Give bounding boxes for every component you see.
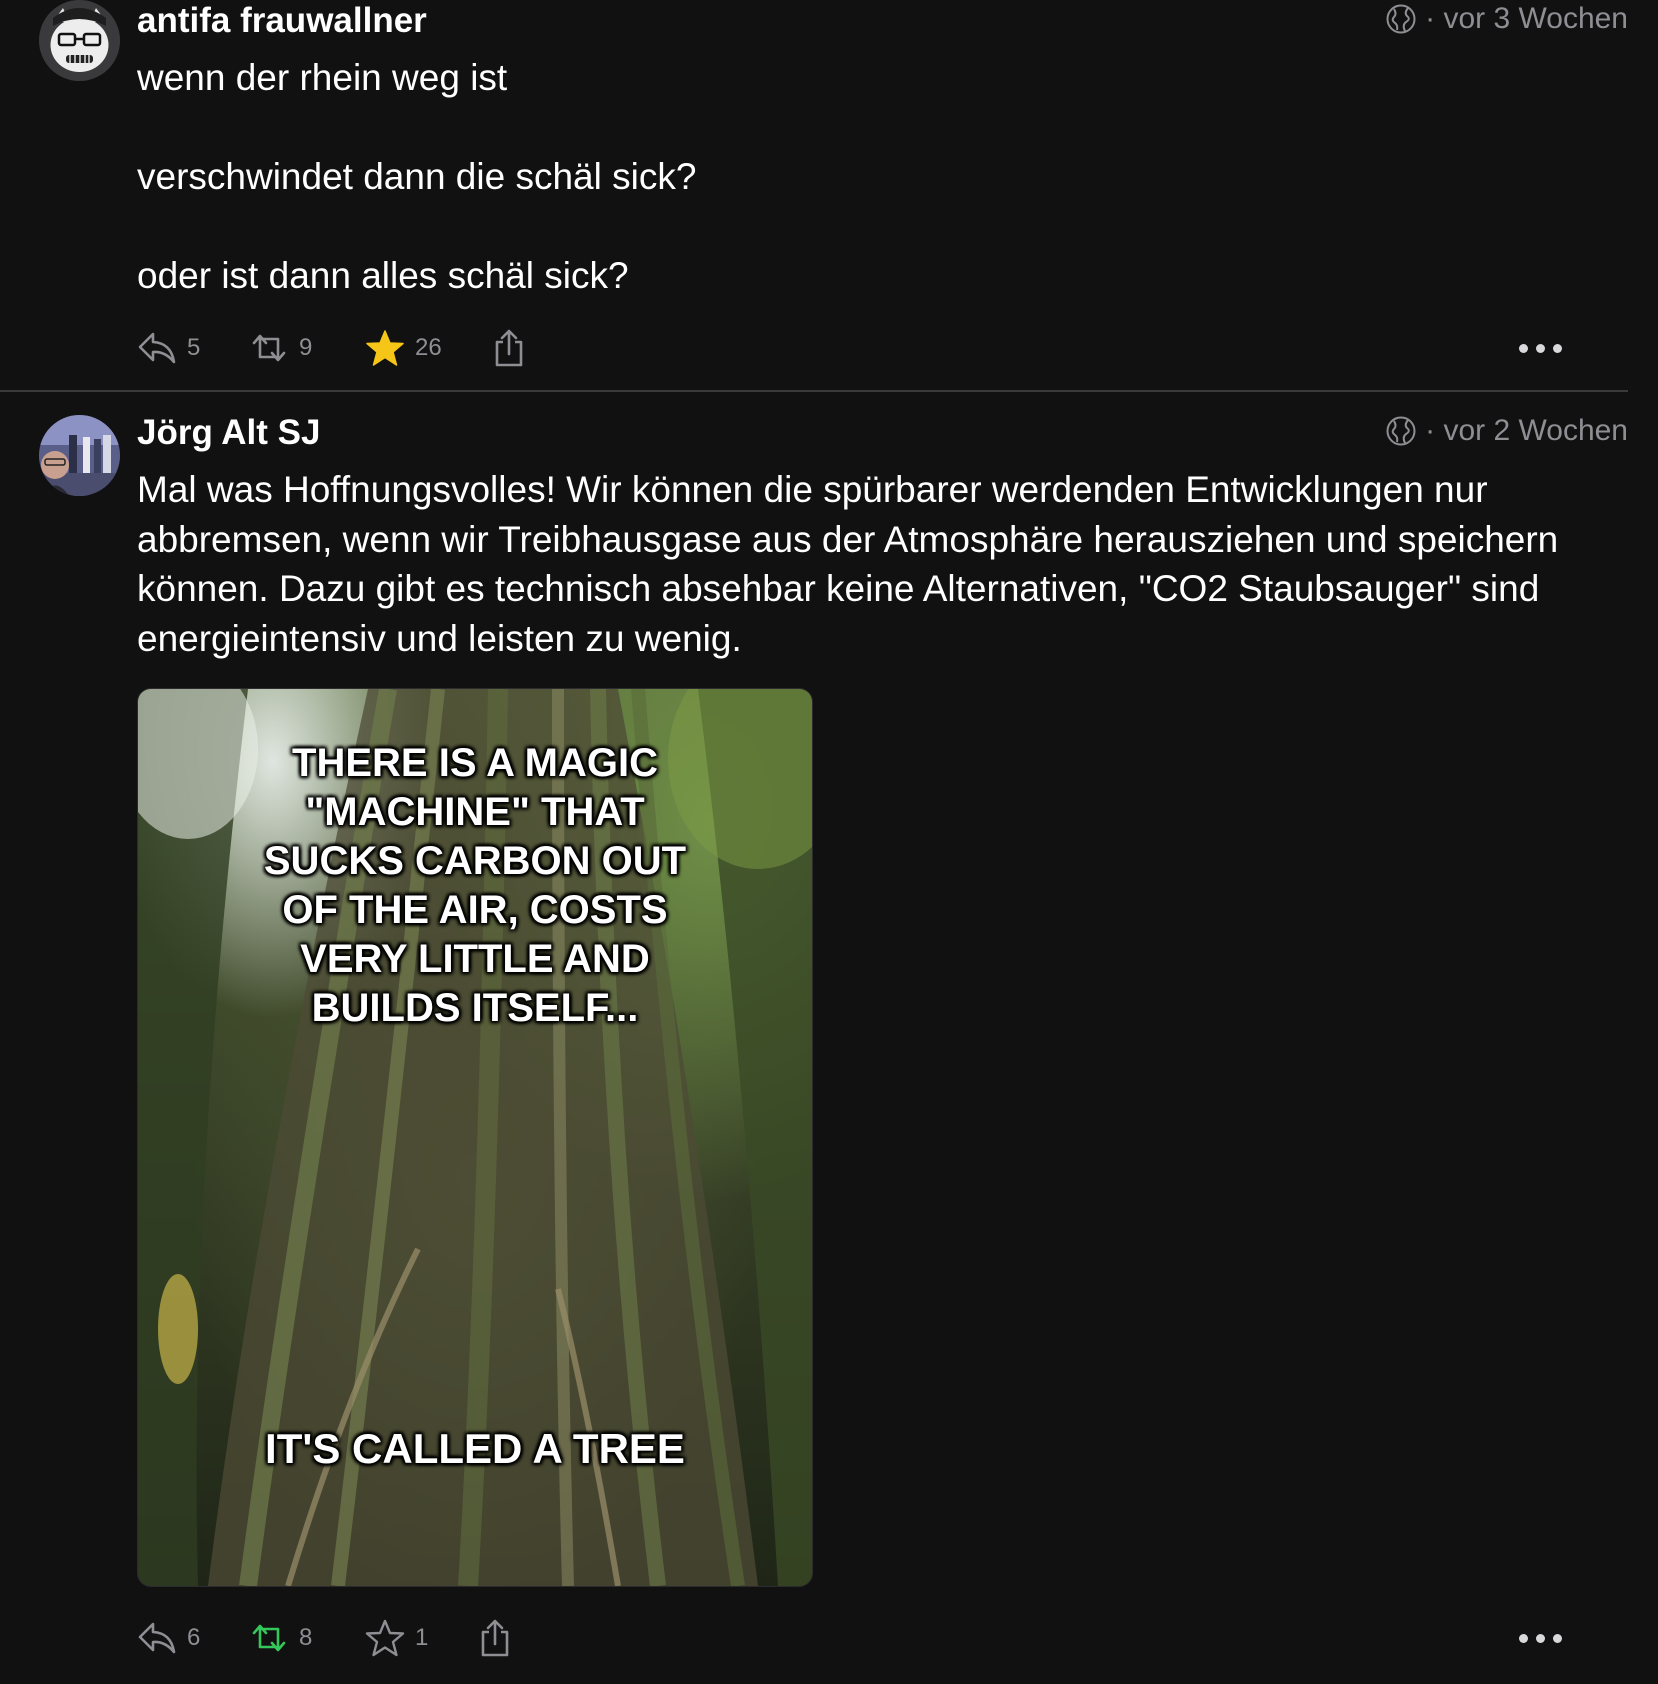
post-1: antifa frauwallner · vor 3 Wochen wenn d… [0, 0, 1658, 390]
reply-button[interactable]: 5 [137, 326, 200, 370]
image-caption-top: THERE IS A MAGIC "MACHINE" THAT SUCKS CA… [263, 741, 687, 1030]
avatar[interactable] [39, 415, 120, 496]
post-2: Jörg Alt SJ · vor 2 Wochen Mal was Hoffn… [0, 413, 1658, 1684]
paragraph: verschwindet dann die schäl sick? [137, 156, 697, 197]
author-name[interactable]: Jörg Alt SJ [137, 413, 320, 453]
favourite-button[interactable]: 1 [365, 1616, 428, 1660]
boost-icon [252, 334, 286, 362]
star-icon [365, 1619, 405, 1657]
boost-count: 8 [299, 1624, 313, 1651]
image-caption-bottom: IT'S CALLED A TREE [265, 1425, 685, 1472]
post-content: wenn der rhein weg ist verschwindet dann… [137, 53, 1617, 301]
reply-icon [138, 1622, 176, 1654]
reply-button[interactable]: 6 [137, 1616, 200, 1660]
more-options-button[interactable] [1519, 326, 1562, 370]
share-button[interactable] [477, 1616, 513, 1660]
author-name[interactable]: antifa frauwallner [137, 1, 427, 41]
timestamp[interactable]: · vor 2 Wochen [1425, 414, 1628, 448]
dot [1519, 1633, 1528, 1643]
globe-icon [1385, 415, 1417, 447]
boost-count: 9 [299, 334, 313, 361]
paragraph: wenn der rhein weg ist [137, 57, 508, 98]
reply-count: 6 [187, 1624, 201, 1651]
favourite-button[interactable]: 26 [365, 326, 442, 370]
reply-icon [138, 332, 176, 364]
post-content: Mal was Hoffnungsvolles! Wir können die … [137, 465, 1617, 663]
media-attachment[interactable]: THERE IS A MAGIC "MACHINE" THAT SUCKS CA… [137, 688, 813, 1587]
dot [1536, 343, 1545, 353]
share-icon [481, 1619, 509, 1657]
more-options-button[interactable] [1519, 1616, 1562, 1660]
boost-button[interactable]: 8 [249, 1616, 312, 1660]
globe-icon [1385, 3, 1417, 35]
share-button[interactable] [491, 326, 527, 370]
paragraph: oder ist dann alles schäl sick? [137, 255, 629, 296]
dot [1553, 1633, 1562, 1643]
avatar[interactable] [39, 0, 120, 81]
action-bar: 6 8 1 [137, 1616, 1617, 1660]
dot [1519, 343, 1528, 353]
share-icon [495, 329, 523, 367]
dot [1536, 1633, 1545, 1643]
favourite-count: 26 [415, 334, 442, 361]
star-filled-icon [366, 330, 404, 366]
dot [1553, 343, 1562, 353]
boost-icon [252, 1624, 286, 1652]
action-bar: 5 9 26 [137, 326, 1617, 370]
post-divider [0, 390, 1628, 392]
paragraph: Mal was Hoffnungsvolles! Wir können die … [137, 469, 1559, 659]
timestamp[interactable]: · vor 3 Wochen [1425, 2, 1628, 36]
favourite-count: 1 [415, 1624, 429, 1651]
boost-button[interactable]: 9 [249, 326, 312, 370]
post-meta: · vor 3 Wochen [1385, 2, 1628, 36]
reply-count: 5 [187, 334, 201, 361]
post-meta: · vor 2 Wochen [1385, 414, 1628, 448]
